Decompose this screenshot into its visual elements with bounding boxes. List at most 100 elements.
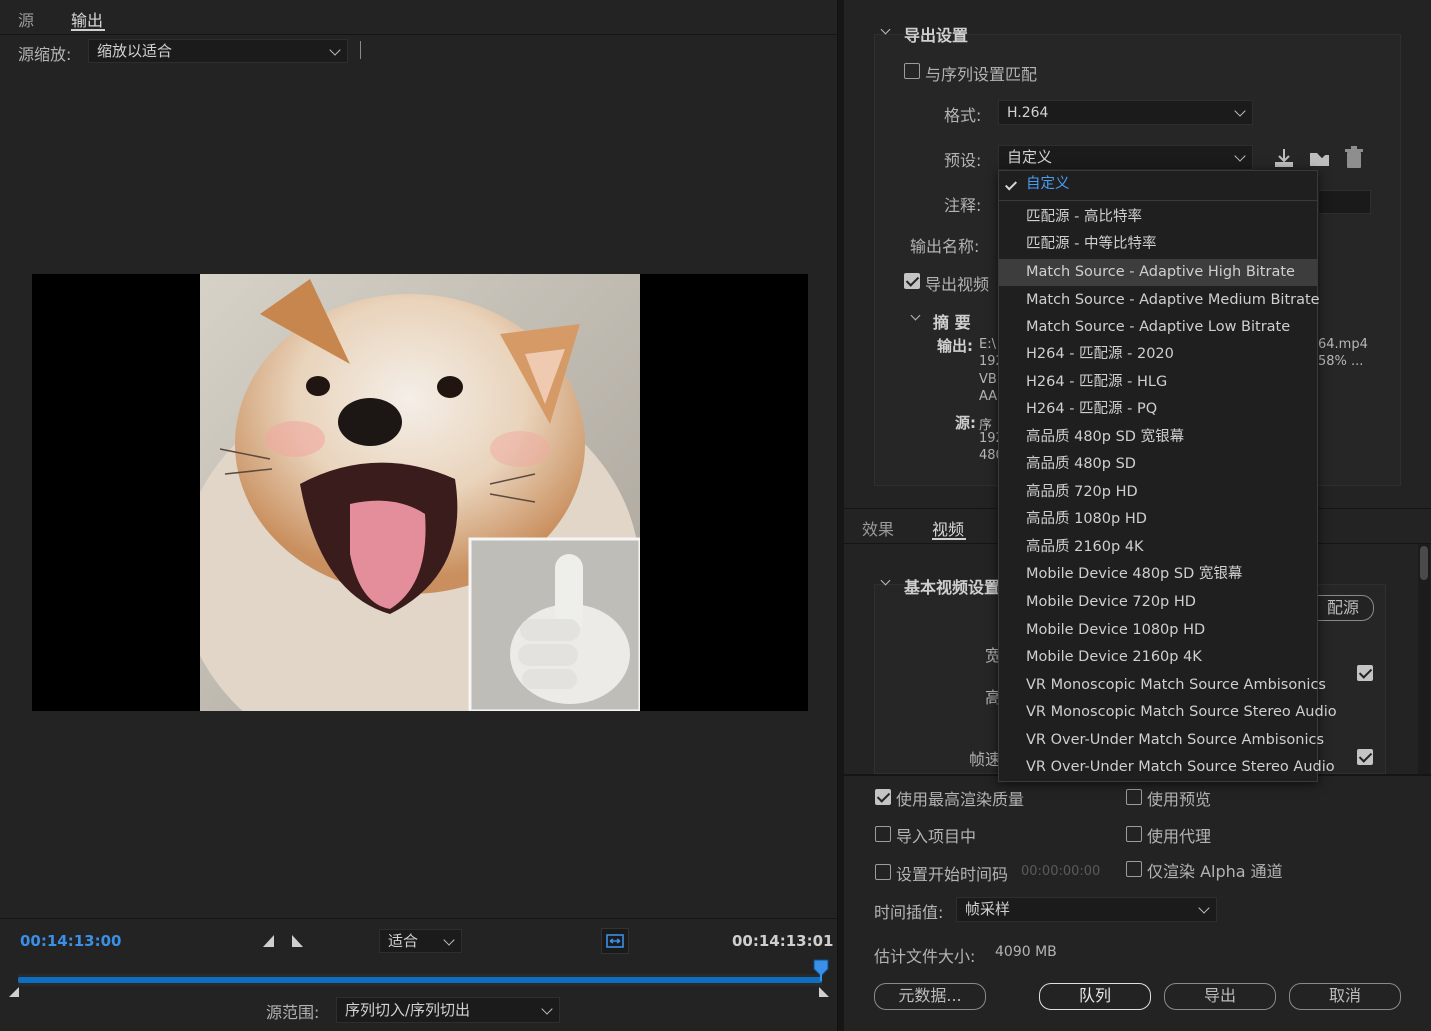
- basic-video-title: 基本视频设置: [904, 578, 1001, 597]
- preset-menu-item[interactable]: Mobile Device 2160p 4K: [999, 644, 1317, 671]
- comment-label: 注释:: [944, 196, 982, 215]
- delete-preset-button[interactable]: [1344, 146, 1364, 174]
- preset-menu-item[interactable]: 高品质 480p SD: [999, 451, 1317, 478]
- preset-menu-item[interactable]: Mobile Device 1080p HD: [999, 617, 1317, 644]
- format-value: H.264: [1007, 105, 1049, 121]
- preset-menu-item[interactable]: VR Monoscopic Match Source Stereo Audio: [999, 699, 1337, 726]
- aspect-ratio-icon: [606, 934, 624, 948]
- playhead-icon: [813, 959, 829, 981]
- match-sequence-checkbox[interactable]: [904, 63, 920, 79]
- shiba-dog-image: [200, 274, 640, 711]
- trash-icon: [1345, 146, 1363, 168]
- preset-menu-item-label: 自定义: [1026, 176, 1070, 192]
- menu-separator: [999, 200, 1317, 201]
- tab-output[interactable]: 输出: [71, 7, 103, 31]
- preset-menu-item[interactable]: H264 - 匹配源 - 2020: [999, 341, 1317, 368]
- import-project-label: 导入项目中: [896, 827, 977, 846]
- chevron-down-icon: [329, 44, 341, 56]
- preset-menu-item[interactable]: 自定义: [999, 171, 1317, 198]
- preset-menu-item[interactable]: 匹配源 - 高比特率: [999, 204, 1317, 231]
- preset-menu-item[interactable]: Match Source - Adaptive Low Bitrate: [999, 314, 1317, 341]
- checkmark-icon: [1004, 178, 1018, 191]
- source-scale-label: 源缩放:: [18, 45, 72, 64]
- active-tab-indicator: [932, 538, 966, 540]
- mark-in-button[interactable]: [262, 934, 276, 952]
- source-scale-dropdown[interactable]: 缩放以适合: [88, 39, 348, 63]
- chevron-down-icon: [1234, 105, 1246, 117]
- export-settings-title: 导出设置: [904, 26, 969, 45]
- mark-out-icon: [292, 935, 303, 947]
- aspect-correction-button[interactable]: [601, 928, 629, 954]
- output-name-label: 输出名称:: [910, 237, 980, 256]
- preset-menu-item[interactable]: 高品质 720p HD: [999, 479, 1317, 506]
- source-range-value: 序列切入/序列切出: [345, 1001, 471, 1019]
- metadata-button[interactable]: 元数据...: [874, 983, 986, 1010]
- use-proxy-label: 使用代理: [1147, 827, 1212, 846]
- fps-match-checkbox[interactable]: [1357, 749, 1373, 765]
- tab-video[interactable]: 视频: [932, 516, 964, 540]
- summary-title: 摘 要: [933, 313, 971, 332]
- preset-menu-item[interactable]: Match Source - Adaptive High Bitrate: [999, 259, 1317, 286]
- in-point-handle[interactable]: [8, 984, 20, 1002]
- fps-label: 帧速: [969, 750, 1002, 769]
- start-timecode-value: 00:00:00:00: [1021, 864, 1101, 879]
- preset-menu-item[interactable]: 高品质 2160p 4K: [999, 534, 1317, 561]
- scrollbar-thumb[interactable]: [1420, 546, 1428, 580]
- mark-in-icon: [263, 935, 274, 947]
- panel-tabbar: [0, 0, 838, 35]
- preset-menu-item[interactable]: VR Over-Under Match Source Stereo Audio: [999, 754, 1335, 781]
- alpha-only-checkbox[interactable]: [1126, 861, 1142, 877]
- format-dropdown[interactable]: H.264: [998, 100, 1253, 125]
- use-proxy-checkbox[interactable]: [1126, 826, 1142, 842]
- output-bitrate: 58% ...: [1318, 354, 1364, 369]
- divider: [360, 41, 361, 59]
- settings-scrollbar[interactable]: [1418, 544, 1430, 774]
- time-interp-dropdown[interactable]: 帧采样: [956, 897, 1217, 922]
- preset-menu-item[interactable]: H264 - 匹配源 - HLG: [999, 369, 1317, 396]
- chevron-down-icon: [541, 1003, 553, 1015]
- preset-label: 预设:: [944, 151, 982, 170]
- metadata-label: 元数据...: [898, 986, 962, 1005]
- preset-dropdown[interactable]: 自定义: [998, 145, 1253, 170]
- preset-menu-item[interactable]: Mobile Device 480p SD 宽银幕: [999, 561, 1317, 588]
- queue-button[interactable]: 队列: [1039, 983, 1151, 1010]
- fit-value: 适合: [388, 932, 419, 950]
- out-point-handle[interactable]: [818, 984, 830, 1002]
- source-range-dropdown[interactable]: 序列切入/序列切出: [336, 997, 560, 1023]
- preset-menu-item[interactable]: Match Source - Adaptive Medium Bitrate: [999, 287, 1320, 314]
- fit-dropdown[interactable]: 适合: [379, 929, 462, 953]
- cancel-button[interactable]: 取消: [1289, 983, 1401, 1010]
- export-button[interactable]: 导出: [1164, 983, 1276, 1010]
- format-label: 格式:: [944, 106, 982, 125]
- preset-menu-item[interactable]: VR Over-Under Match Source Ambisonics: [999, 727, 1324, 754]
- chevron-down-icon: [443, 934, 455, 946]
- transport-divider: [0, 918, 838, 919]
- est-size-label: 估计文件大小:: [874, 947, 976, 966]
- in-point-icon: [9, 987, 19, 997]
- source-scale-value: 缩放以适合: [97, 42, 173, 60]
- export-video-checkbox[interactable]: [904, 273, 920, 289]
- import-project-checkbox[interactable]: [875, 826, 891, 842]
- comment-field[interactable]: [1318, 190, 1371, 214]
- preset-menu-item[interactable]: VR Monoscopic Match Source Ambisonics: [999, 672, 1326, 699]
- preset-menu-item[interactable]: H264 - 匹配源 - PQ: [999, 396, 1317, 423]
- output-filename: 64.mp4: [1318, 337, 1368, 352]
- preset-menu-item[interactable]: 高品质 1080p HD: [999, 506, 1317, 533]
- mark-out-button[interactable]: [290, 934, 304, 952]
- preset-menu-item[interactable]: 匹配源 - 中等比特率: [999, 231, 1317, 258]
- use-preview-checkbox[interactable]: [1126, 789, 1142, 805]
- timecode-duration: 00:14:13:01: [732, 932, 834, 950]
- width-match-checkbox[interactable]: [1357, 665, 1373, 681]
- export-video-label: 导出视频: [925, 275, 990, 294]
- preset-menu-item[interactable]: 高品质 480p SD 宽银幕: [999, 424, 1317, 451]
- timecode-current[interactable]: 00:14:13:00: [20, 932, 122, 950]
- tab-effects[interactable]: 效果: [862, 516, 894, 540]
- start-timecode-checkbox[interactable]: [875, 864, 891, 880]
- summary-output-label: 输出:: [937, 337, 973, 355]
- preset-menu-item[interactable]: Mobile Device 720p HD: [999, 589, 1317, 616]
- tab-source[interactable]: 源: [18, 7, 34, 31]
- video-frame: [200, 274, 640, 711]
- timeline-range[interactable]: [18, 977, 822, 983]
- playhead[interactable]: [812, 959, 830, 985]
- max-render-checkbox[interactable]: [875, 789, 891, 805]
